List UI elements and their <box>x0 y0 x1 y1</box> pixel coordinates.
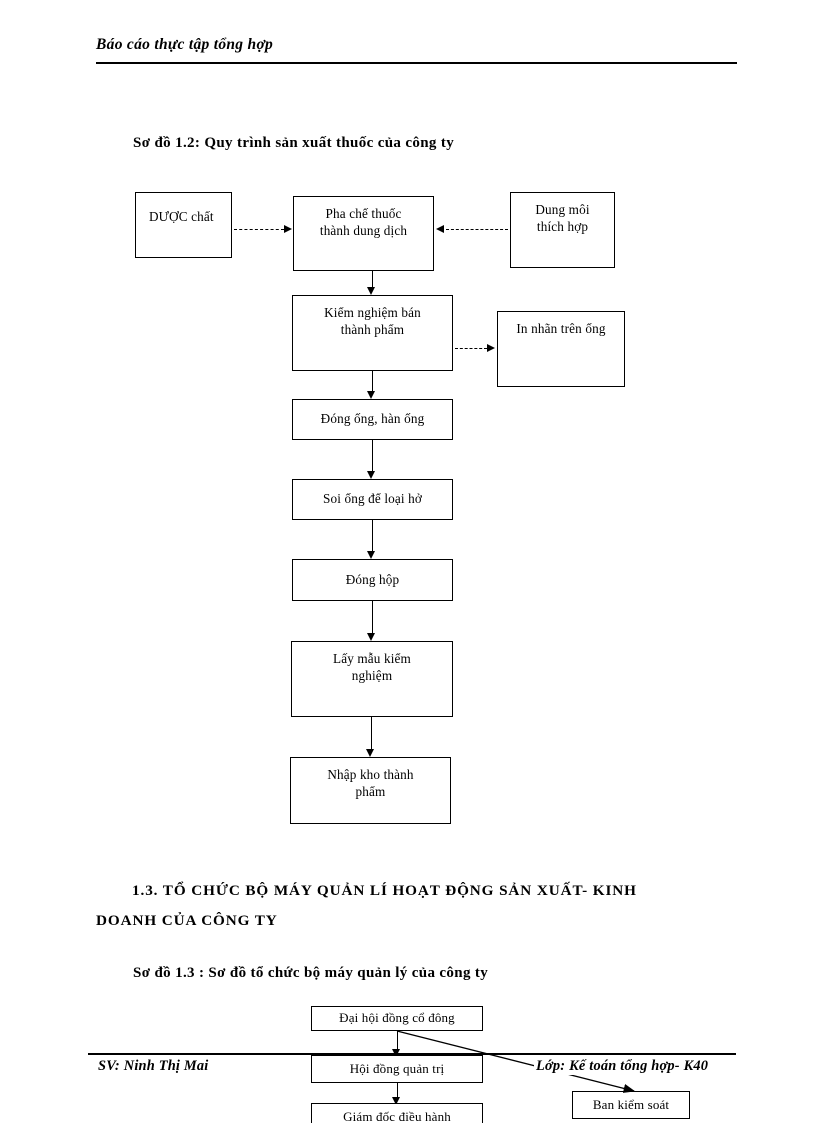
connector-pha-che-to-kiem-nghiem <box>372 271 373 288</box>
node-dong-ong-han-ong: Đóng ống, hàn ống <box>292 399 453 440</box>
node-duoc-chat: DƯỢC chất <box>135 192 232 258</box>
connector-kiem-nghiem-to-dong-ong <box>372 371 373 392</box>
arrow-head-lay-mau-to-nhap-kho <box>366 749 374 757</box>
header-divider-rule <box>96 62 737 64</box>
node-lay-mau-label-line2: nghiệm <box>351 667 393 683</box>
node-giam-doc-dieu-hanh: Giám đốc điều hành <box>311 1103 483 1123</box>
node-in-nhan-label: In nhãn trên ống <box>516 321 606 336</box>
connector-lay-mau-to-nhap-kho <box>371 717 372 750</box>
node-pha-che-thuoc-label-line2: thành dung dịch <box>319 222 408 238</box>
node-kiem-nghiem-label-line1: Kiểm nghiệm bán <box>324 305 421 320</box>
node-duoc-chat-label: DƯỢC chất <box>149 209 214 224</box>
connector-dai-hoi-dong-to-hoi-dong <box>397 1031 398 1051</box>
connector-duoc-chat-to-pha-che <box>234 229 284 230</box>
figure-1-3-caption: Sơ đồ 1.3 : Sơ đồ tổ chức bộ máy quản lý… <box>133 965 489 981</box>
footer-class-name: Lớp: Kế toán tổng hợp- K40 <box>534 1058 711 1075</box>
footer-divider-rule <box>88 1053 736 1055</box>
node-giam-doc-dieu-hanh-label: Giám đốc điều hành <box>343 1108 451 1123</box>
node-dung-moi-label-line2: thích hợp <box>536 218 589 234</box>
connector-dung-moi-to-pha-che <box>446 229 508 230</box>
arrow-head-pha-che-to-kiem-nghiem <box>367 287 375 295</box>
connector-kiem-nghiem-to-in-nhan <box>455 348 487 349</box>
figure-1-2-caption: Sơ đồ 1.2: Quy trình sản xuất thuốc của … <box>133 135 455 151</box>
node-lay-mau-label-line1: Lấy mẫu kiểm <box>333 651 411 666</box>
footer-student-name: SV: Ninh Thị Mai <box>96 1058 211 1075</box>
connector-dong-hop-to-lay-mau <box>372 601 373 634</box>
node-pha-che-thuoc: Pha chế thuốc thành dung dịch <box>293 196 434 271</box>
node-soi-ong-label: Soi ống để loại hở <box>322 491 423 507</box>
connector-dong-ong-to-soi-ong <box>372 440 373 472</box>
node-dong-hop-label: Đóng hộp <box>345 571 400 587</box>
node-soi-ong-de-loai-ho: Soi ống để loại hở <box>292 479 453 520</box>
running-header-title: Báo cáo thực tập tổng hợp <box>96 36 274 53</box>
arrow-head-soi-ong-to-dong-hop <box>367 551 375 559</box>
node-hoi-dong-quan-tri: Hội đồng quản trị <box>311 1055 483 1083</box>
node-hoi-dong-quan-tri-label: Hội đồng quản trị <box>349 1060 445 1076</box>
node-pha-che-thuoc-label-line1: Pha chế thuốc <box>325 206 402 221</box>
node-kiem-nghiem-ban-thanh-pham: Kiểm nghiệm bán thành phẩm <box>292 295 453 371</box>
node-lay-mau-kiem-nghiem: Lấy mẫu kiểm nghiệm <box>291 641 453 717</box>
document-page: Báo cáo thực tập tổng hợp Sơ đồ 1.2: Quy… <box>0 0 816 1123</box>
section-1-3-heading-line1: 1.3. TỔ CHỨC BỘ MÁY QUẢN LÍ HOẠT ĐỘNG SẢ… <box>132 882 637 899</box>
node-ban-kiem-soat: Ban kiểm soát <box>572 1091 690 1119</box>
arrow-head-dong-hop-to-lay-mau <box>367 633 375 641</box>
connector-soi-ong-to-dong-hop <box>372 520 373 552</box>
node-nhap-kho-label-line1: Nhập kho thành <box>327 767 414 782</box>
arrow-head-dong-ong-to-soi-ong <box>367 471 375 479</box>
arrow-head-dung-moi-to-pha-che <box>436 225 444 233</box>
arrow-head-kiem-nghiem-to-dong-ong <box>367 391 375 399</box>
arrow-head-kiem-nghiem-to-in-nhan <box>487 344 495 352</box>
section-1-3-heading-line2: DOANH CỦA CÔNG TY <box>96 912 278 929</box>
node-kiem-nghiem-label-line2: thành phẩm <box>340 321 405 337</box>
node-dai-hoi-dong-co-dong: Đại hội đồng cổ đông <box>311 1006 483 1031</box>
node-nhap-kho-thanh-pham: Nhập kho thành phẩm <box>290 757 451 824</box>
node-dong-hop: Đóng hộp <box>292 559 453 601</box>
node-dai-hoi-dong-label: Đại hội đồng cổ đông <box>339 1010 455 1026</box>
section-1-3-heading: 1.3. TỔ CHỨC BỘ MÁY QUẢN LÍ HOẠT ĐỘNG SẢ… <box>96 876 708 936</box>
node-nhap-kho-label-line2: phẩm <box>355 783 386 799</box>
node-dong-ong-label: Đóng ống, hàn ống <box>320 411 425 427</box>
node-dung-moi: Dung môi thích hợp <box>510 192 615 268</box>
node-in-nhan-tren-ong: In nhãn trên ống <box>497 311 625 387</box>
node-dung-moi-label-line1: Dung môi <box>535 202 590 217</box>
running-header: Báo cáo thực tập tổng hợp <box>96 36 736 54</box>
node-ban-kiem-soat-label: Ban kiểm soát <box>592 1096 670 1112</box>
arrow-head-duoc-chat-to-pha-che <box>284 225 292 233</box>
